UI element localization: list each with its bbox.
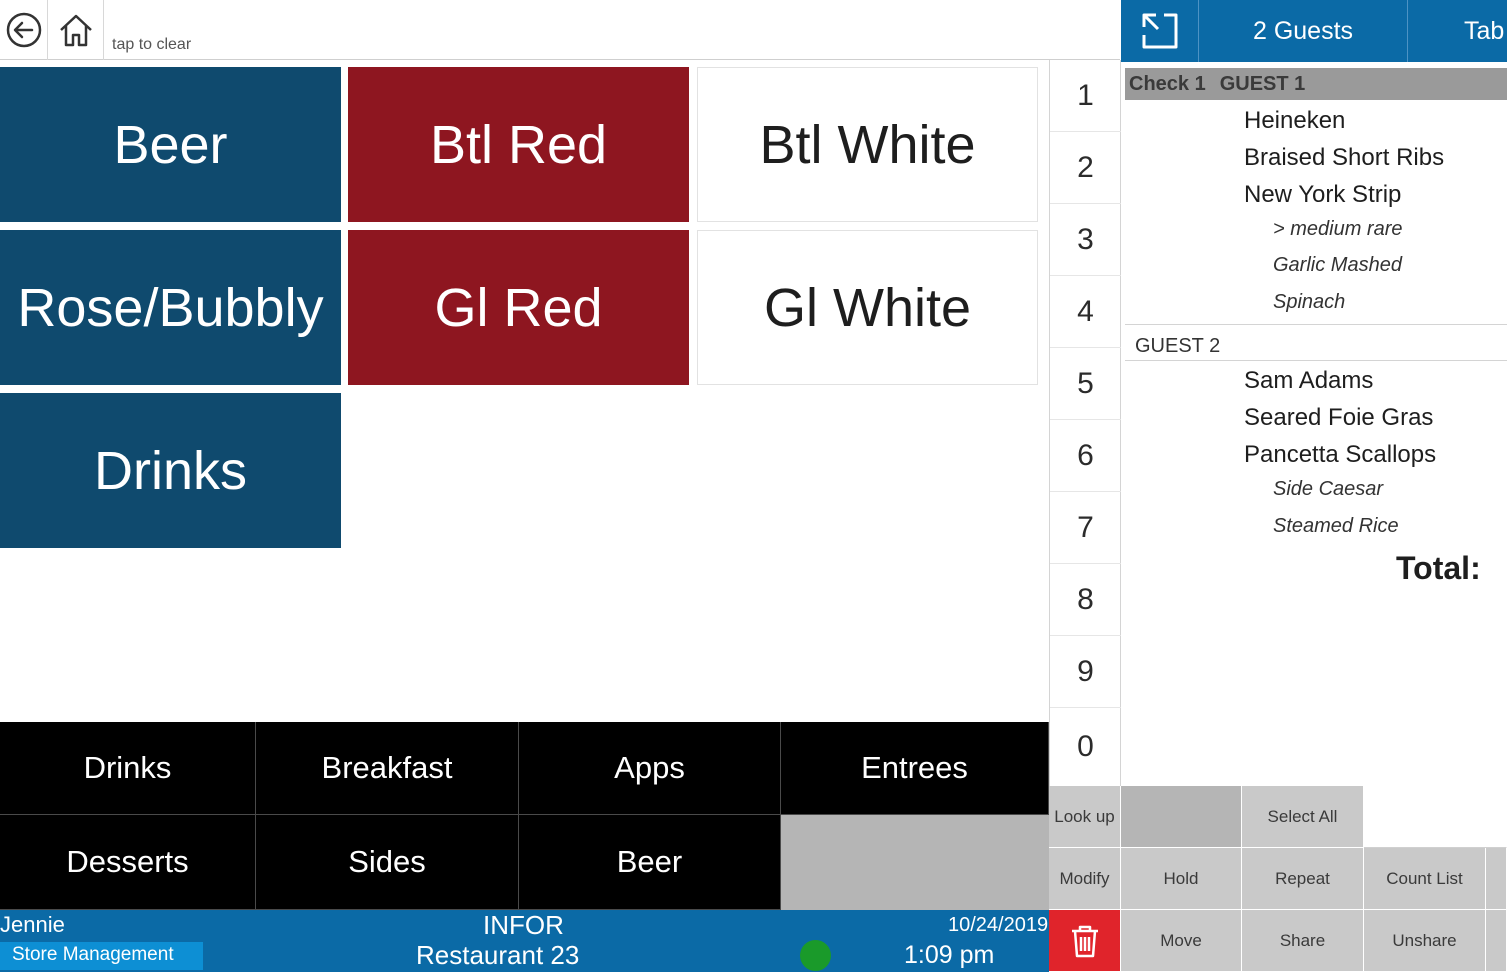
check-label: Check 1 bbox=[1129, 72, 1206, 95]
category-breakfast[interactable]: Breakfast bbox=[256, 722, 519, 815]
back-button[interactable] bbox=[0, 0, 48, 60]
menu-button-btl-white[interactable]: Btl White bbox=[697, 67, 1038, 222]
menu-button-btl-red[interactable]: Btl Red bbox=[348, 67, 689, 222]
action-overflow-button[interactable] bbox=[1486, 848, 1507, 910]
store-management-button[interactable]: Store Management bbox=[0, 942, 203, 970]
category-entrees[interactable]: Entrees bbox=[781, 722, 1049, 815]
numpad-key-4[interactable]: 4 bbox=[1050, 276, 1121, 348]
order-item[interactable]: New York Strip bbox=[1244, 181, 1401, 209]
menu-button-drinks[interactable]: Drinks bbox=[0, 393, 341, 548]
hold-button[interactable]: Hold bbox=[1121, 848, 1242, 910]
order-modifier[interactable]: > medium rare bbox=[1273, 218, 1403, 241]
numpad-key-8[interactable]: 8 bbox=[1050, 564, 1121, 636]
back-arrow-icon bbox=[6, 12, 41, 48]
quantity-display bbox=[1364, 786, 1507, 848]
top-bar: tap to clear bbox=[0, 0, 1120, 60]
menu-button-beer[interactable]: Beer bbox=[0, 67, 341, 222]
order-item[interactable]: Pancetta Scallops bbox=[1244, 441, 1436, 469]
order-item[interactable]: Seared Foie Gras bbox=[1244, 404, 1433, 432]
numpad-key-0[interactable]: 0 bbox=[1050, 708, 1121, 786]
trash-icon bbox=[1071, 925, 1098, 957]
numpad-key-1[interactable]: 1 bbox=[1050, 60, 1121, 132]
status-bar: Jennie Store Management INFOR Restaurant… bbox=[0, 910, 1049, 972]
order-item[interactable]: Sam Adams bbox=[1244, 367, 1373, 395]
online-status-indicator bbox=[800, 940, 831, 971]
restaurant-label: Restaurant 23 bbox=[416, 940, 580, 970]
expand-icon bbox=[1142, 13, 1177, 49]
guest2-header[interactable]: GUEST 2 bbox=[1125, 324, 1507, 361]
number-pad: 1 2 3 4 5 6 7 8 9 0 bbox=[1049, 60, 1121, 786]
tab-button[interactable]: Tab bbox=[1408, 0, 1507, 62]
look-up-button[interactable]: Look up bbox=[1049, 786, 1121, 848]
numpad-key-6[interactable]: 6 bbox=[1050, 420, 1121, 492]
guest1-label: GUEST 1 bbox=[1219, 72, 1306, 95]
date-label: 10/24/2019 bbox=[948, 914, 1049, 936]
delete-button[interactable] bbox=[1049, 910, 1121, 972]
pos-screen: tap to clear Beer Btl Red Btl White Rose… bbox=[0, 0, 1507, 972]
home-button[interactable] bbox=[48, 0, 104, 60]
action-overflow-button-2[interactable] bbox=[1486, 910, 1507, 972]
numpad-key-3[interactable]: 3 bbox=[1050, 204, 1121, 276]
order-modifier[interactable]: Steamed Rice bbox=[1273, 515, 1399, 538]
check-header[interactable]: Check 1 GUEST 1 bbox=[1125, 68, 1507, 100]
guests-button[interactable]: 2 Guests bbox=[1199, 0, 1408, 62]
repeat-button[interactable]: Repeat bbox=[1242, 848, 1364, 910]
menu-button-gl-red[interactable]: Gl Red bbox=[348, 230, 689, 385]
numpad-key-5[interactable]: 5 bbox=[1050, 348, 1121, 420]
category-desserts[interactable]: Desserts bbox=[0, 815, 256, 910]
category-beer[interactable]: Beer bbox=[519, 815, 781, 910]
move-button[interactable]: Move bbox=[1121, 910, 1242, 972]
total-label: Total: bbox=[1396, 550, 1481, 586]
menu-button-rose-bubbly[interactable]: Rose/Bubbly bbox=[0, 230, 341, 385]
expand-button[interactable] bbox=[1121, 0, 1199, 62]
numpad-key-2[interactable]: 2 bbox=[1050, 132, 1121, 204]
select-all-button[interactable]: Select All bbox=[1242, 786, 1364, 848]
order-modifier[interactable]: Garlic Mashed bbox=[1273, 254, 1402, 277]
tap-to-clear-hint[interactable]: tap to clear bbox=[112, 36, 191, 54]
count-list-button[interactable]: Count List bbox=[1364, 848, 1486, 910]
menu-button-gl-white[interactable]: Gl White bbox=[697, 230, 1038, 385]
user-name: Jennie bbox=[0, 912, 65, 937]
category-drinks[interactable]: Drinks bbox=[0, 722, 256, 815]
unshare-button[interactable]: Unshare bbox=[1364, 910, 1486, 972]
category-apps[interactable]: Apps bbox=[519, 722, 781, 815]
order-modifier[interactable]: Side Caesar bbox=[1273, 478, 1383, 501]
home-icon bbox=[59, 14, 92, 47]
category-empty-slot bbox=[781, 815, 1049, 910]
share-button[interactable]: Share bbox=[1242, 910, 1364, 972]
brand-label: INFOR bbox=[483, 910, 564, 940]
order-modifier[interactable]: Spinach bbox=[1273, 291, 1345, 314]
numpad-key-9[interactable]: 9 bbox=[1050, 636, 1121, 708]
modify-button[interactable]: Modify bbox=[1049, 848, 1121, 910]
order-item[interactable]: Braised Short Ribs bbox=[1244, 144, 1444, 172]
time-label: 1:09 pm PDT bbox=[904, 941, 995, 972]
order-item[interactable]: Heineken bbox=[1244, 107, 1345, 135]
category-sides[interactable]: Sides bbox=[256, 815, 519, 910]
numpad-key-7[interactable]: 7 bbox=[1050, 492, 1121, 564]
action-empty-slot bbox=[1121, 786, 1242, 848]
